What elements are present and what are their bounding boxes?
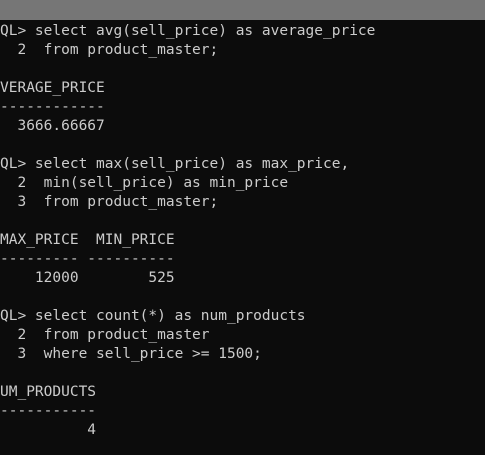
terminal-line: ----------- [0, 403, 97, 419]
terminal-line: 3 where sell_price >= 1500; [0, 346, 262, 362]
terminal-line: QL> select avg(sell_price) as average_pr… [0, 23, 376, 39]
terminal-line: 2 from product_master [0, 327, 210, 343]
terminal-line: 2 min(sell_price) as min_price [0, 175, 289, 191]
terminal-line: 4 [0, 422, 97, 438]
terminal-line: QL> select count(*) as num_products [0, 308, 306, 324]
terminal-line: 3666.66667 [0, 118, 105, 134]
terminal-line: UM_PRODUCTS [0, 384, 97, 400]
terminal-line: 12000 525 [0, 270, 175, 286]
terminal-line: 2 from product_master; [0, 42, 219, 58]
terminal-line: QL> select max(sell_price) as max_price, [0, 156, 350, 172]
terminal-line: --------- ---------- [0, 251, 175, 267]
terminal-line: MAX_PRICE MIN_PRICE [0, 232, 175, 248]
window-top-bar [0, 0, 485, 20]
terminal-line: VERAGE_PRICE [0, 80, 105, 96]
terminal-line: ------------ [0, 99, 105, 115]
terminal-line: 3 from product_master; [0, 194, 219, 210]
terminal-output[interactable]: QL> select avg(sell_price) as average_pr… [0, 22, 485, 455]
